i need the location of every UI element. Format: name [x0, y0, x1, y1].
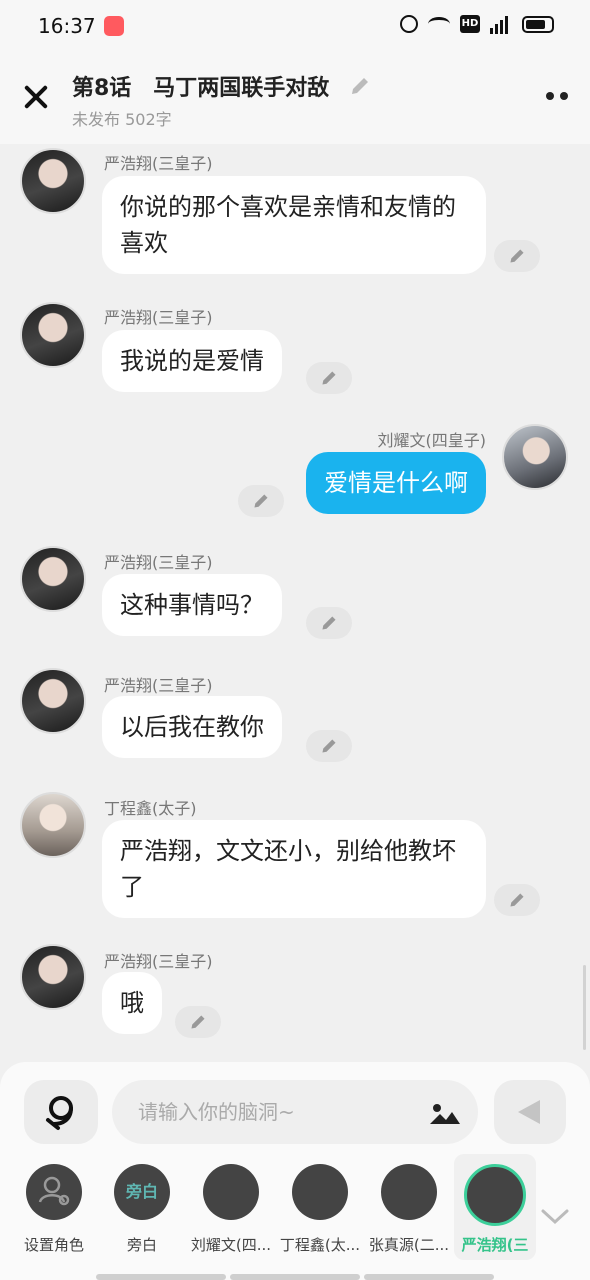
- message-input[interactable]: [138, 1080, 418, 1144]
- avatar: [203, 1164, 259, 1220]
- input-panel: 设置角色 旁白 旁白 刘耀文(四... 丁程鑫(太... 张真源(二... 严浩…: [0, 1062, 590, 1280]
- chat-bubble[interactable]: 以后我在教你: [102, 696, 282, 758]
- hd-icon: HD: [460, 15, 480, 33]
- narration-avatar: 旁白: [114, 1164, 170, 1220]
- chapter-meta: 未发布 502字: [72, 110, 172, 129]
- chapter-title: 第8话 马丁两国联手对敌: [72, 76, 330, 101]
- avatar: [381, 1164, 437, 1220]
- avatar[interactable]: [20, 148, 86, 214]
- battery-icon: [522, 15, 554, 33]
- status-time: 16:37: [38, 14, 96, 38]
- role-narration[interactable]: 旁白 旁白: [101, 1164, 183, 1255]
- edit-message-icon[interactable]: [494, 884, 540, 916]
- image-icon[interactable]: [428, 1096, 462, 1128]
- chat-bubble[interactable]: 我说的是爱情: [102, 330, 282, 392]
- chat-bubble[interactable]: 哦: [102, 972, 162, 1034]
- role-set-character[interactable]: 设置角色: [13, 1164, 95, 1255]
- close-icon[interactable]: [20, 82, 52, 114]
- chat-area[interactable]: 严浩翔(三皇子) 你说的那个喜欢是亲情和友情的喜欢 严浩翔(三皇子) 我说的是爱…: [0, 144, 590, 1064]
- voice-icon: [46, 1096, 73, 1130]
- edit-message-icon[interactable]: [175, 1006, 221, 1038]
- avatar[interactable]: [20, 944, 86, 1010]
- chat-bubble[interactable]: 你说的那个喜欢是亲情和友情的喜欢: [102, 176, 486, 274]
- sender-name: 严浩翔(三皇子): [104, 676, 213, 695]
- edit-title-icon[interactable]: [348, 74, 372, 98]
- edit-message-icon[interactable]: [494, 240, 540, 272]
- edit-message-icon[interactable]: [238, 485, 284, 517]
- avatar[interactable]: [20, 792, 86, 858]
- role-liu-yaowen[interactable]: 刘耀文(四...: [190, 1164, 272, 1255]
- signal-icon: [490, 14, 512, 34]
- status-bar: 16:37 HD: [0, 0, 590, 52]
- app-notification-icon: [104, 16, 124, 36]
- chat-bubble[interactable]: 严浩翔，文文还小，别给他教坏了: [102, 820, 486, 918]
- edit-message-icon[interactable]: [306, 607, 352, 639]
- voice-toggle-button[interactable]: [24, 1080, 98, 1144]
- avatar[interactable]: [20, 302, 86, 368]
- top-bar: 第8话 马丁两国联手对敌 未发布 502字: [0, 52, 590, 144]
- role-zhang-zhenyuan[interactable]: 张真源(二...: [368, 1164, 450, 1255]
- avatar: [464, 1164, 526, 1226]
- alarm-icon: [400, 15, 418, 33]
- home-indicator: [96, 1274, 494, 1280]
- edit-message-icon[interactable]: [306, 730, 352, 762]
- person-settings-icon: [26, 1164, 82, 1220]
- chat-bubble[interactable]: 爱情是什么啊: [306, 452, 486, 514]
- send-icon: [518, 1100, 540, 1124]
- avatar[interactable]: [502, 424, 568, 490]
- sender-name: 严浩翔(三皇子): [104, 553, 213, 572]
- role-selector: 设置角色 旁白 旁白 刘耀文(四... 丁程鑫(太... 张真源(二... 严浩…: [0, 1154, 590, 1264]
- status-icons: HD: [400, 14, 554, 34]
- sender-name: 严浩翔(三皇子): [104, 154, 213, 173]
- edit-message-icon[interactable]: [306, 362, 352, 394]
- chevron-down-icon[interactable]: [540, 1206, 570, 1226]
- sender-name: 严浩翔(三皇子): [104, 952, 213, 971]
- send-button[interactable]: [494, 1080, 566, 1144]
- chat-bubble[interactable]: 这种事情吗？: [102, 574, 282, 636]
- wifi-icon: [428, 17, 450, 31]
- more-options-icon[interactable]: [546, 92, 568, 100]
- sender-name: 丁程鑫(太子): [104, 799, 197, 818]
- avatar[interactable]: [20, 668, 86, 734]
- role-ding-chengxin[interactable]: 丁程鑫(太...: [279, 1164, 361, 1255]
- input-box: [112, 1080, 478, 1144]
- avatar: [292, 1164, 348, 1220]
- scrollbar[interactable]: [583, 965, 586, 1050]
- sender-name: 刘耀文(四皇子): [377, 431, 487, 450]
- sender-name: 严浩翔(三皇子): [104, 308, 213, 327]
- role-yan-haoxiang[interactable]: 严浩翔(三: [454, 1154, 536, 1260]
- avatar[interactable]: [20, 546, 86, 612]
